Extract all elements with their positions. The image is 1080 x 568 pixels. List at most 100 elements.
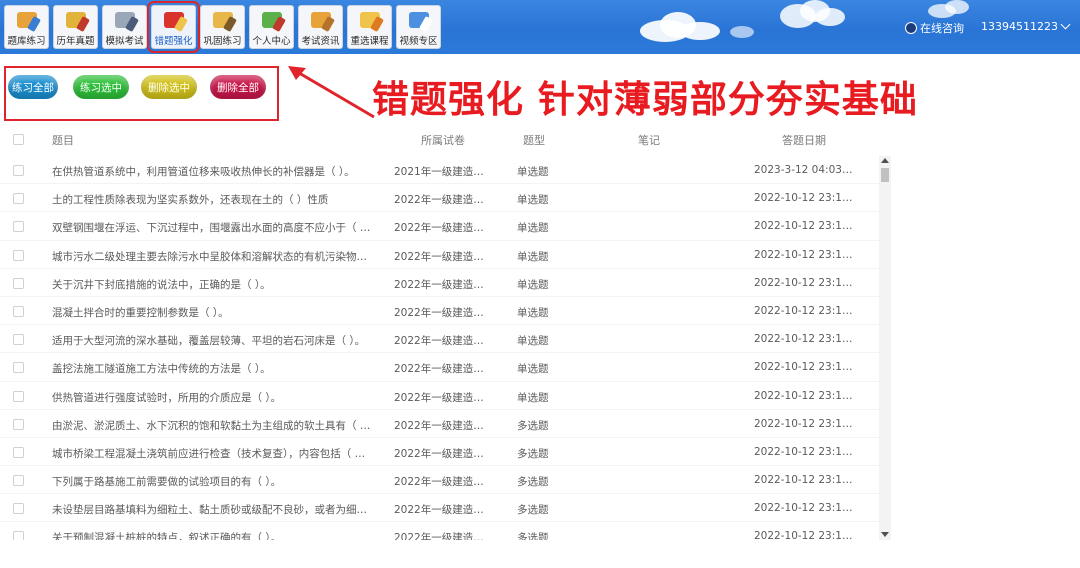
table-row[interactable]: 土的工程性质除表现为坚实系数外，还表现在土的（ ）性质 2022年一级建造师...…: [0, 184, 880, 213]
nav-icon: [14, 9, 41, 33]
col-paper: 所属试卷: [421, 134, 465, 147]
row-checkbox[interactable]: [13, 390, 24, 402]
nav-item-0[interactable]: 题库练习: [4, 5, 49, 49]
nav-item-3[interactable]: 错题强化: [147, 1, 200, 53]
row-question[interactable]: 盖挖法施工隧道施工方法中传统的方法是（ ）。: [52, 361, 374, 376]
scroll-up-icon[interactable]: [881, 158, 889, 163]
row-paper: 2022年一级建造师...: [394, 447, 492, 460]
table-row[interactable]: 供热管道进行强度试验时，所用的介质应是（ ）。 2022年一级建造师... 单选题 2…: [0, 382, 880, 410]
col-question: 题目: [52, 134, 74, 147]
row-type: 单选题: [517, 166, 549, 178]
nav-label: 视频专区: [399, 36, 438, 47]
row-date: 2022-10-12 23:19:31: [754, 502, 854, 515]
col-note: 笔记: [638, 134, 660, 147]
nav-label: 错题强化: [154, 36, 193, 47]
table-row[interactable]: 城市桥梁工程混凝土浇筑前应进行检查（技术复查），内容包括（ ）... 2022年一…: [0, 438, 880, 467]
practice-selected-button[interactable]: 练习选中: [73, 75, 129, 99]
row-question[interactable]: 在供热管道系统中，利用管道位移来吸收热伸长的补偿器是（ ）。: [52, 164, 374, 179]
row-question[interactable]: 城市污水二级处理主要去除污水中呈胶体和溶解状态的有机污染物质...: [52, 249, 374, 264]
row-checkbox[interactable]: [13, 305, 24, 317]
row-checkbox[interactable]: [13, 475, 24, 487]
row-question[interactable]: 未设垫层目路基填料为细粒土、黏土质砂或级配不良砂，或者为细粒...: [52, 502, 374, 517]
row-checkbox[interactable]: [13, 446, 24, 458]
col-date: 答题日期: [782, 134, 826, 147]
row-type: 多选题: [517, 476, 549, 489]
row-question[interactable]: 混凝土拌合时的重要控制参数是（ ）。: [52, 305, 374, 320]
annotation-arrow-icon: [288, 66, 375, 119]
user-account-menu[interactable]: 13394511223: [981, 19, 1071, 33]
nav-label: 巩固练习: [203, 36, 242, 47]
user-phone: 13394511223: [981, 20, 1058, 33]
row-checkbox[interactable]: [13, 362, 24, 374]
nav-icon: [308, 9, 335, 33]
row-question[interactable]: 城市桥梁工程混凝土浇筑前应进行检查（技术复查），内容包括（ ）...: [52, 446, 374, 461]
scroll-thumb[interactable]: [881, 168, 889, 182]
row-type: 多选题: [517, 504, 549, 517]
row-date: 2022-10-12 23:19:31: [754, 333, 854, 346]
nav-item-4[interactable]: 巩固练习: [200, 5, 245, 49]
delete-all-button[interactable]: 删除全部: [210, 75, 266, 99]
row-question[interactable]: 土的工程性质除表现为坚实系数外，还表现在土的（ ）性质: [52, 192, 374, 207]
nav-item-5[interactable]: 个人中心: [249, 5, 294, 49]
slogan-banner: 错题强化 针对薄弱部分夯实基础: [372, 78, 918, 121]
nav-icon: [63, 9, 90, 33]
row-date: 2022-10-12 23:19:31: [754, 276, 854, 289]
row-checkbox[interactable]: [13, 249, 24, 261]
table-row[interactable]: 城市污水二级处理主要去除污水中呈胶体和溶解状态的有机污染物质... 2022年一级…: [0, 241, 880, 269]
row-type: 单选题: [517, 363, 549, 376]
row-question[interactable]: 由淤泥、淤泥质土、水下沉积的饱和软黏土为主组成的软土具有（ ）...: [52, 418, 374, 433]
table-row[interactable]: 未设垫层目路基填料为细粒土、黏土质砂或级配不良砂，或者为细粒... 2022年一级…: [0, 494, 880, 523]
row-checkbox[interactable]: [13, 221, 24, 233]
row-checkbox[interactable]: [13, 418, 24, 430]
list-scrollbar[interactable]: [879, 156, 891, 540]
table-row[interactable]: 关于预制混凝土桩桩的特点，叙述正确的有（ ）。 2022年一级建造师... 多选题 2…: [0, 522, 880, 540]
row-paper: 2022年一级建造师...: [394, 532, 492, 540]
page: 题库练习 历年真题 模拟考试 错题强化 巩固练习 个人中心 考试资讯 重选课程 视频专区 在线咨…: [0, 0, 1080, 568]
online-consult-link[interactable]: 在线咨询: [905, 20, 964, 36]
row-checkbox[interactable]: [13, 503, 24, 515]
nav-item-6[interactable]: 考试资讯: [298, 5, 343, 49]
row-question[interactable]: 供热管道进行强度试验时，所用的介质应是（ ）。: [52, 390, 374, 405]
row-question[interactable]: 关于沉井下封底措施的说法中，正确的是（ ）。: [52, 277, 374, 292]
row-type: 多选题: [517, 447, 549, 460]
row-checkbox[interactable]: [13, 531, 24, 540]
row-paper: 2022年一级建造师...: [394, 278, 492, 291]
row-paper: 2022年一级建造师...: [394, 306, 492, 319]
row-checkbox[interactable]: [13, 277, 24, 289]
row-checkbox[interactable]: [13, 165, 24, 176]
row-type: 单选题: [517, 250, 549, 263]
row-type: 多选题: [517, 532, 549, 540]
practice-all-button[interactable]: 练习全部: [8, 75, 58, 99]
nav-item-7[interactable]: 重选课程: [347, 5, 392, 49]
row-paper: 2022年一级建造师...: [394, 504, 492, 517]
scroll-down-icon[interactable]: [881, 532, 889, 537]
table-row[interactable]: 盖挖法施工隧道施工方法中传统的方法是（ ）。 2022年一级建造师... 单选题 20…: [0, 353, 880, 382]
row-checkbox[interactable]: [13, 193, 24, 205]
row-question[interactable]: 双壁钢围堰在浮运、下沉过程中，围堰露出水面的高度不应小于（ ）m: [52, 220, 374, 235]
row-type: 单选题: [517, 194, 549, 207]
table-row[interactable]: 适用于大型河流的深水基础，覆盖层较薄、平坦的岩石河床是（ ）。 2022年一级建造…: [0, 325, 880, 354]
table-row[interactable]: 双壁钢围堰在浮运、下沉过程中，围堰露出水面的高度不应小于（ ）m 2022年一级建…: [0, 212, 880, 241]
row-date: 2022-10-12 23:19:31: [754, 192, 854, 205]
row-checkbox[interactable]: [13, 334, 24, 346]
row-paper: 2022年一级建造师...: [394, 222, 492, 235]
delete-selected-button[interactable]: 删除选中: [141, 75, 197, 99]
nav-icon: [112, 9, 139, 33]
nav-item-1[interactable]: 历年真题: [53, 5, 98, 49]
row-date: 2022-10-12 23:19:31: [754, 445, 854, 458]
nav-icon: [357, 9, 384, 33]
table-row[interactable]: 关于沉井下封底措施的说法中，正确的是（ ）。 2022年一级建造师... 单选题 20…: [0, 269, 880, 297]
table-row[interactable]: 在供热管道系统中，利用管道位移来吸收热伸长的补偿器是（ ）。 2021年一级建造师…: [0, 156, 880, 185]
row-question[interactable]: 下列属于路基施工前需要做的试验项目的有（ ）。: [52, 474, 374, 489]
row-paper: 2021年一级建造师...: [394, 166, 492, 178]
nav-label: 模拟考试: [105, 36, 144, 47]
select-all-checkbox[interactable]: [13, 134, 24, 145]
nav-item-2[interactable]: 模拟考试: [102, 5, 147, 49]
table-row[interactable]: 下列属于路基施工前需要做的试验项目的有（ ）。 2022年一级建造师... 多选题 2…: [0, 466, 880, 495]
row-question[interactable]: 关于预制混凝土桩桩的特点，叙述正确的有（ ）。: [52, 530, 374, 540]
row-question[interactable]: 适用于大型河流的深水基础，覆盖层较薄、平坦的岩石河床是（ ）。: [52, 333, 374, 348]
table-row[interactable]: 由淤泥、淤泥质土、水下沉积的饱和软黏土为主组成的软土具有（ ）... 2022年一…: [0, 410, 880, 438]
nav-label: 题库练习: [7, 36, 46, 47]
nav-item-8[interactable]: 视频专区: [396, 5, 441, 49]
table-row[interactable]: 混凝土拌合时的重要控制参数是（ ）。 2022年一级建造师... 单选题 2022-1…: [0, 297, 880, 326]
